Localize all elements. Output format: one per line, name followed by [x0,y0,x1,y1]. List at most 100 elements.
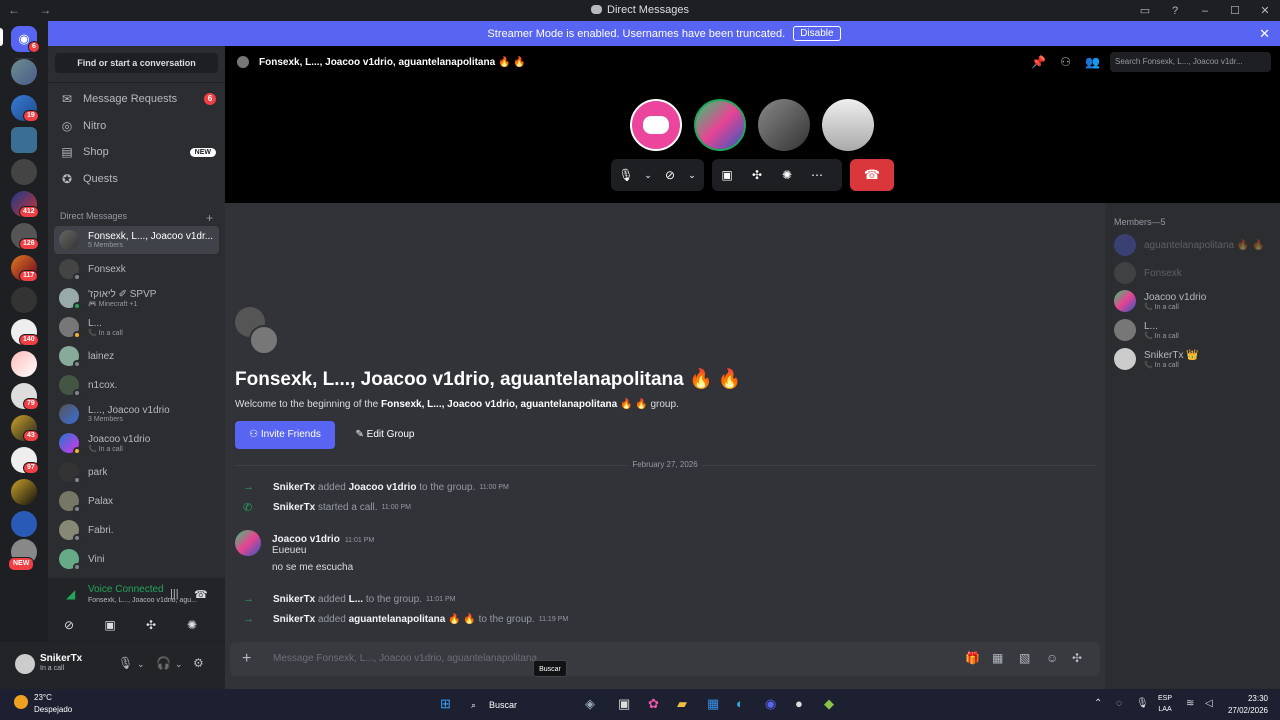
invite-friends-button[interactable]: ⚇ Invite Friends [235,421,335,449]
discord-taskbar-icon[interactable]: ◉ [765,696,776,712]
apps-icon[interactable]: ✣ [1072,651,1082,665]
server-icon[interactable] [11,159,37,185]
camera-off-icon[interactable]: ⊘ [655,168,685,182]
taskbar-search[interactable]: ⌕ Buscar [463,694,563,716]
participant-avatar[interactable] [630,99,682,151]
actor[interactable]: SnikerTx [273,594,315,605]
emoji-icon[interactable]: ☺ [1046,651,1058,665]
create-dm-icon[interactable]: + [206,211,213,225]
dm-item[interactable]: park [54,458,219,486]
language-indicator[interactable]: ESP LAA [1158,693,1172,715]
sticker-icon[interactable]: ▧ [1019,651,1030,665]
hang-up-button[interactable]: ☎ [850,159,894,191]
avatar[interactable] [235,530,261,556]
disable-streamer-button[interactable]: Disable [793,26,841,41]
microphone-icon[interactable]: 🎙 [611,168,641,182]
server-icon[interactable] [11,511,37,537]
disconnect-icon[interactable]: ☎ [194,588,208,601]
server-icon[interactable] [11,351,37,377]
soundboard-icon[interactable]: ✺ [772,168,802,182]
store-icon[interactable]: ▦ [707,696,719,712]
dm-item[interactable]: Joacoo v1drio 📞 In a call [54,429,219,457]
member-item[interactable]: aguantelanapolitana 🔥 🔥 [1114,234,1265,256]
member-item[interactable]: L... 📞 In a call [1114,319,1179,341]
member-item[interactable]: Joacoo v1drio 📞 In a call [1114,290,1206,312]
camera-off-button[interactable]: ⊘ [52,615,86,635]
headphones-icon[interactable]: 🎧 [156,656,171,670]
find-conversation-button[interactable]: Find or start a conversation [55,53,218,73]
participant-avatar[interactable] [694,99,746,151]
participant-avatar[interactable] [822,99,874,151]
chevron-down-icon[interactable]: ⌄ [685,170,699,181]
gift-icon[interactable]: 🎁 [965,651,980,665]
voice-status[interactable]: Voice Connected [88,584,164,595]
close-banner-icon[interactable]: ✕ [1259,26,1270,42]
dm-item[interactable]: Fonsexk [54,255,219,283]
dm-item[interactable]: n1cox. [54,371,219,399]
tray-icon[interactable]: ◌ [1116,698,1122,709]
message-composer[interactable]: + Message Fonsexk, L..., Joacoo v1drio, … [230,642,1100,676]
clock[interactable]: 23:30 27/02/2026 [1228,693,1268,717]
microphone-icon[interactable]: 🎙 [118,656,133,670]
server-icon[interactable] [11,479,37,505]
message-requests-item[interactable]: ✉ Message Requests 6 [54,86,220,112]
app-icon[interactable]: ● [795,696,803,711]
nitro-item[interactable]: ◎ Nitro [54,113,220,139]
edit-group-button[interactable]: ✎ Edit Group [345,421,425,449]
server-icon[interactable] [11,287,37,313]
close-window-button[interactable]: ✕ [1250,0,1280,21]
windows-start-icon[interactable]: ⊞ [440,696,451,712]
signal-icon[interactable]: ◢ [66,587,75,601]
pin-icon[interactable]: 📌 [1031,55,1046,69]
avatar[interactable] [15,654,35,674]
composer-placeholder[interactable]: Message Fonsexk, L..., Joacoo v1drio, ag… [273,653,537,664]
edge-icon[interactable]: ◐ [736,696,744,711]
screen-share-button[interactable]: ▣ [93,615,127,635]
dm-item[interactable]: Fabri. [54,516,219,544]
member-item[interactable]: Fonsexk [1114,262,1182,284]
noise-suppression-icon[interactable]: ||| [170,588,179,600]
target[interactable]: aguantelanapolitana 🔥 🔥 [349,614,476,625]
author[interactable]: Joacoo v1drio [272,534,340,545]
actor[interactable]: SnikerTx [273,482,315,493]
minimize-button[interactable]: – [1190,0,1220,21]
activities-icon[interactable]: ✣ [742,168,772,182]
participant-avatar[interactable] [758,99,810,151]
chevron-down-icon[interactable]: ⌄ [137,659,145,670]
chevron-up-icon[interactable]: ⌃ [1094,698,1102,709]
widget-icon[interactable]: ◈ [585,696,595,712]
plus-icon[interactable]: + [242,650,251,668]
soundboard-button[interactable]: ✺ [175,615,209,635]
file-explorer-icon[interactable]: ▰ [677,696,687,712]
voice-channel[interactable]: Fonsexk, L..., Joacoo v1drio, agu... [88,597,206,604]
gear-icon[interactable]: ⚙ [193,656,204,670]
shop-item[interactable]: ▤ Shop NEW [54,139,220,165]
copilot-icon[interactable]: ✿ [648,696,659,712]
screen-share-icon[interactable]: ▣ [712,168,742,182]
app-icon[interactable]: ◆ [824,696,834,712]
dm-item[interactable]: 'ליאוקז ✐ SPVP 🎮 Minecraft +1 [54,284,219,312]
quests-item[interactable]: ✪ Quests [54,166,220,192]
server-icon[interactable] [11,127,37,153]
dm-item[interactable]: lainez [54,342,219,370]
inbox-icon[interactable]: ▭ [1130,0,1160,21]
volume-icon[interactable]: ◁ [1205,698,1213,709]
maximize-button[interactable]: ☐ [1220,0,1250,21]
chevron-down-icon[interactable]: ⌄ [641,170,655,181]
member-item[interactable]: SnikerTx 👑 📞 In a call [1114,348,1199,370]
add-friends-icon[interactable]: ⚇ [1060,55,1071,69]
chevron-down-icon[interactable]: ⌄ [175,659,183,670]
wifi-icon[interactable]: ≋ [1186,698,1194,709]
more-icon[interactable]: ⋯ [802,168,832,182]
target[interactable]: Joacoo v1drio [349,482,417,493]
dm-item[interactable]: L..., Joacoo v1drio 3 Members [54,400,219,428]
dm-item[interactable]: L... 📞 In a call [54,313,219,341]
members-icon[interactable]: 👥 [1085,55,1100,69]
microphone-icon[interactable]: 🎙 [1136,698,1149,709]
task-view-icon[interactable]: ▣ [618,696,630,712]
username[interactable]: SnikerTx [40,653,82,664]
gif-icon[interactable]: ▦ [992,651,1003,665]
search-input[interactable]: Search Fonsexk, L..., Joacoo v1dr... [1110,52,1271,72]
server-icon[interactable] [11,59,37,85]
dm-item[interactable]: Palax [54,487,219,515]
